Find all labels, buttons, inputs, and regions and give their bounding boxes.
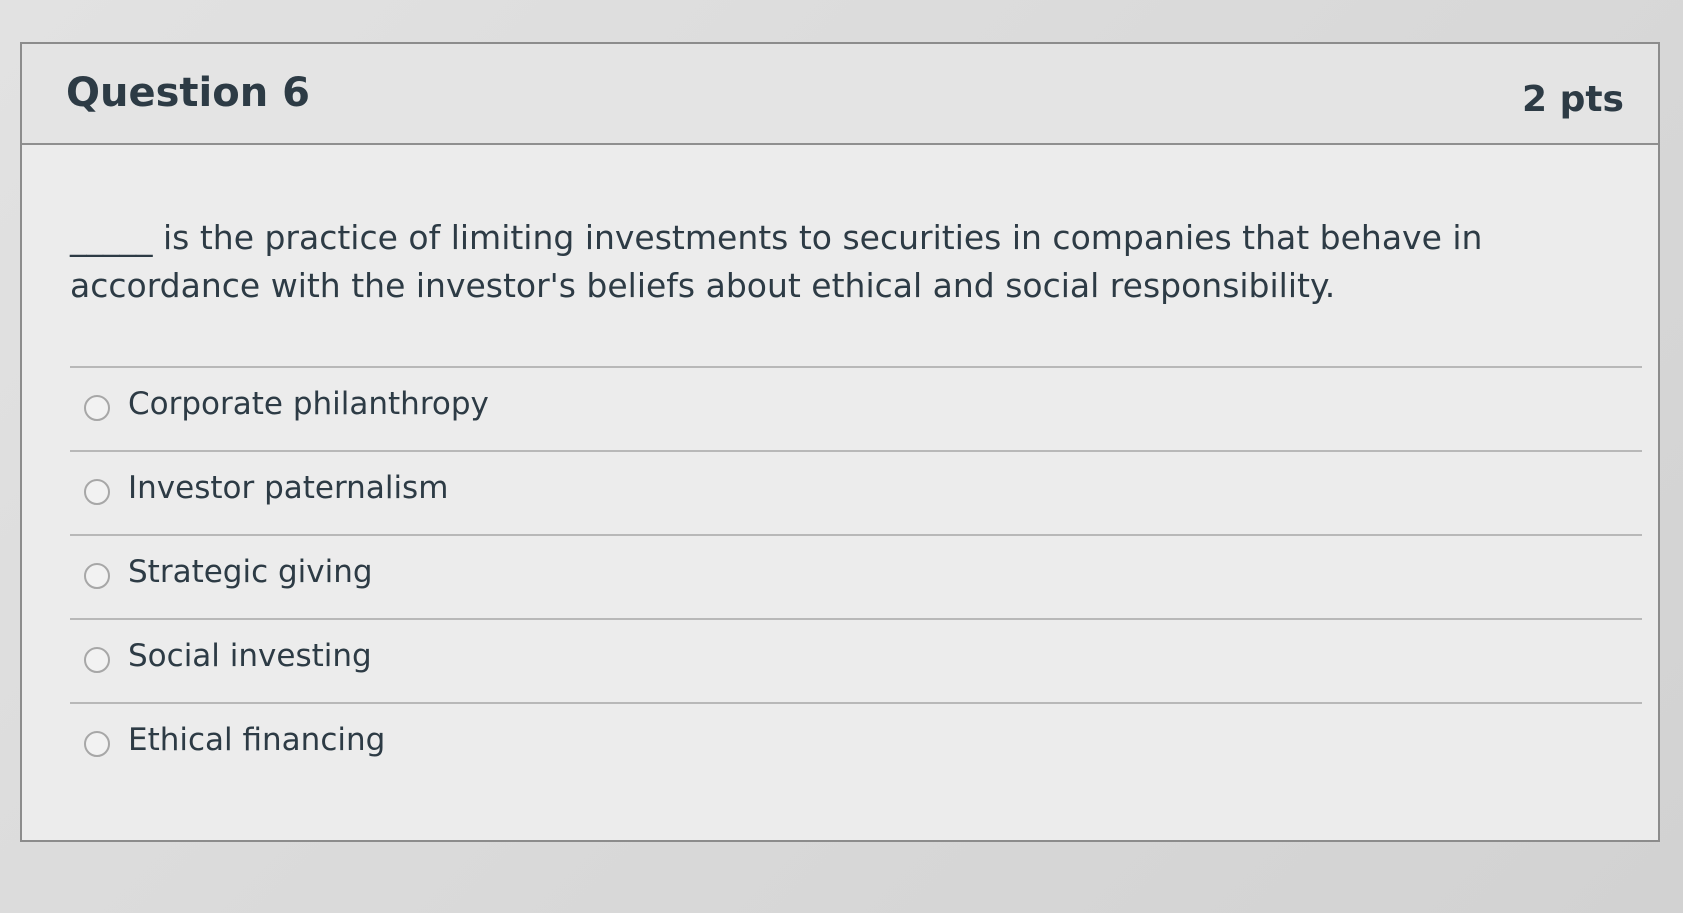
question-title: Question 6 — [66, 70, 310, 116]
answer-option-corporate-philanthropy[interactable]: Corporate philanthropy — [70, 366, 1642, 450]
answer-option-ethical-financing[interactable]: Ethical financing — [70, 702, 1642, 786]
answer-label[interactable]: Investor paternalism — [128, 470, 448, 506]
answer-label[interactable]: Strategic giving — [128, 554, 373, 590]
answer-label[interactable]: Ethical financing — [128, 722, 385, 758]
answer-option-investor-paternalism[interactable]: Investor paternalism — [70, 450, 1642, 534]
answer-option-social-investing[interactable]: Social investing — [70, 618, 1642, 702]
answer-label[interactable]: Social investing — [128, 638, 372, 674]
question-header: Question 6 2 pts — [22, 44, 1658, 145]
radio-button[interactable] — [84, 647, 110, 673]
radio-button[interactable] — [84, 731, 110, 757]
answer-label[interactable]: Corporate philanthropy — [128, 386, 489, 422]
radio-button[interactable] — [84, 563, 110, 589]
question-points: 2 pts — [1522, 79, 1624, 120]
radio-button[interactable] — [84, 479, 110, 505]
radio-button[interactable] — [84, 395, 110, 421]
answer-option-strategic-giving[interactable]: Strategic giving — [70, 534, 1642, 618]
answer-list: Corporate philanthropy Investor paternal… — [70, 366, 1642, 786]
question-card: Question 6 2 pts _____ is the practice o… — [20, 42, 1660, 842]
question-text: _____ is the practice of limiting invest… — [70, 218, 1483, 305]
